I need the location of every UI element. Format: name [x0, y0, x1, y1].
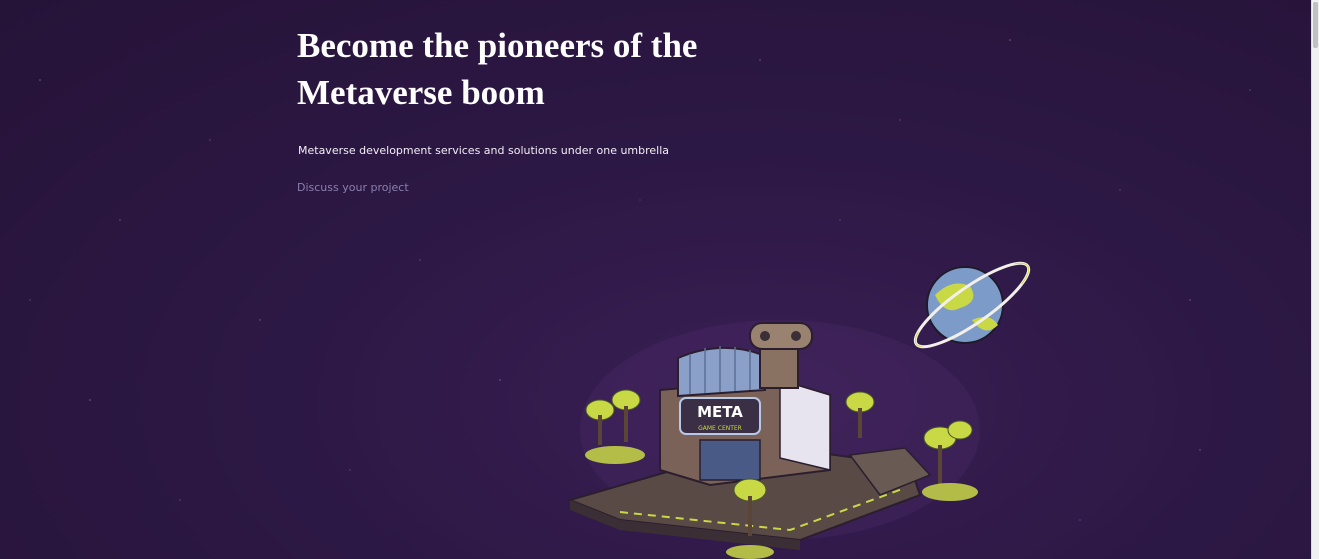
- meta-sign: META GAME CENTER: [679, 397, 761, 435]
- planet-illustration: [913, 261, 1031, 349]
- gamepad-sign-icon: [749, 322, 813, 350]
- hero-section: Become the pioneers of the Metaverse boo…: [297, 22, 857, 194]
- svg-text:META: META: [697, 403, 743, 421]
- page-scrollbar[interactable]: [1311, 0, 1319, 559]
- glass-roof: [677, 346, 767, 398]
- hero-subtitle: Metaverse development services and solut…: [298, 144, 670, 157]
- svg-text:GAME CENTER: GAME CENTER: [698, 425, 742, 432]
- discuss-project-link[interactable]: Discuss your project: [297, 181, 409, 194]
- hero-title: Become the pioneers of the Metaverse boo…: [297, 26, 698, 112]
- scrollbar-thumb[interactable]: [1313, 2, 1318, 48]
- meta-game-center-illustration: META GAME CENTER: [566, 261, 1031, 559]
